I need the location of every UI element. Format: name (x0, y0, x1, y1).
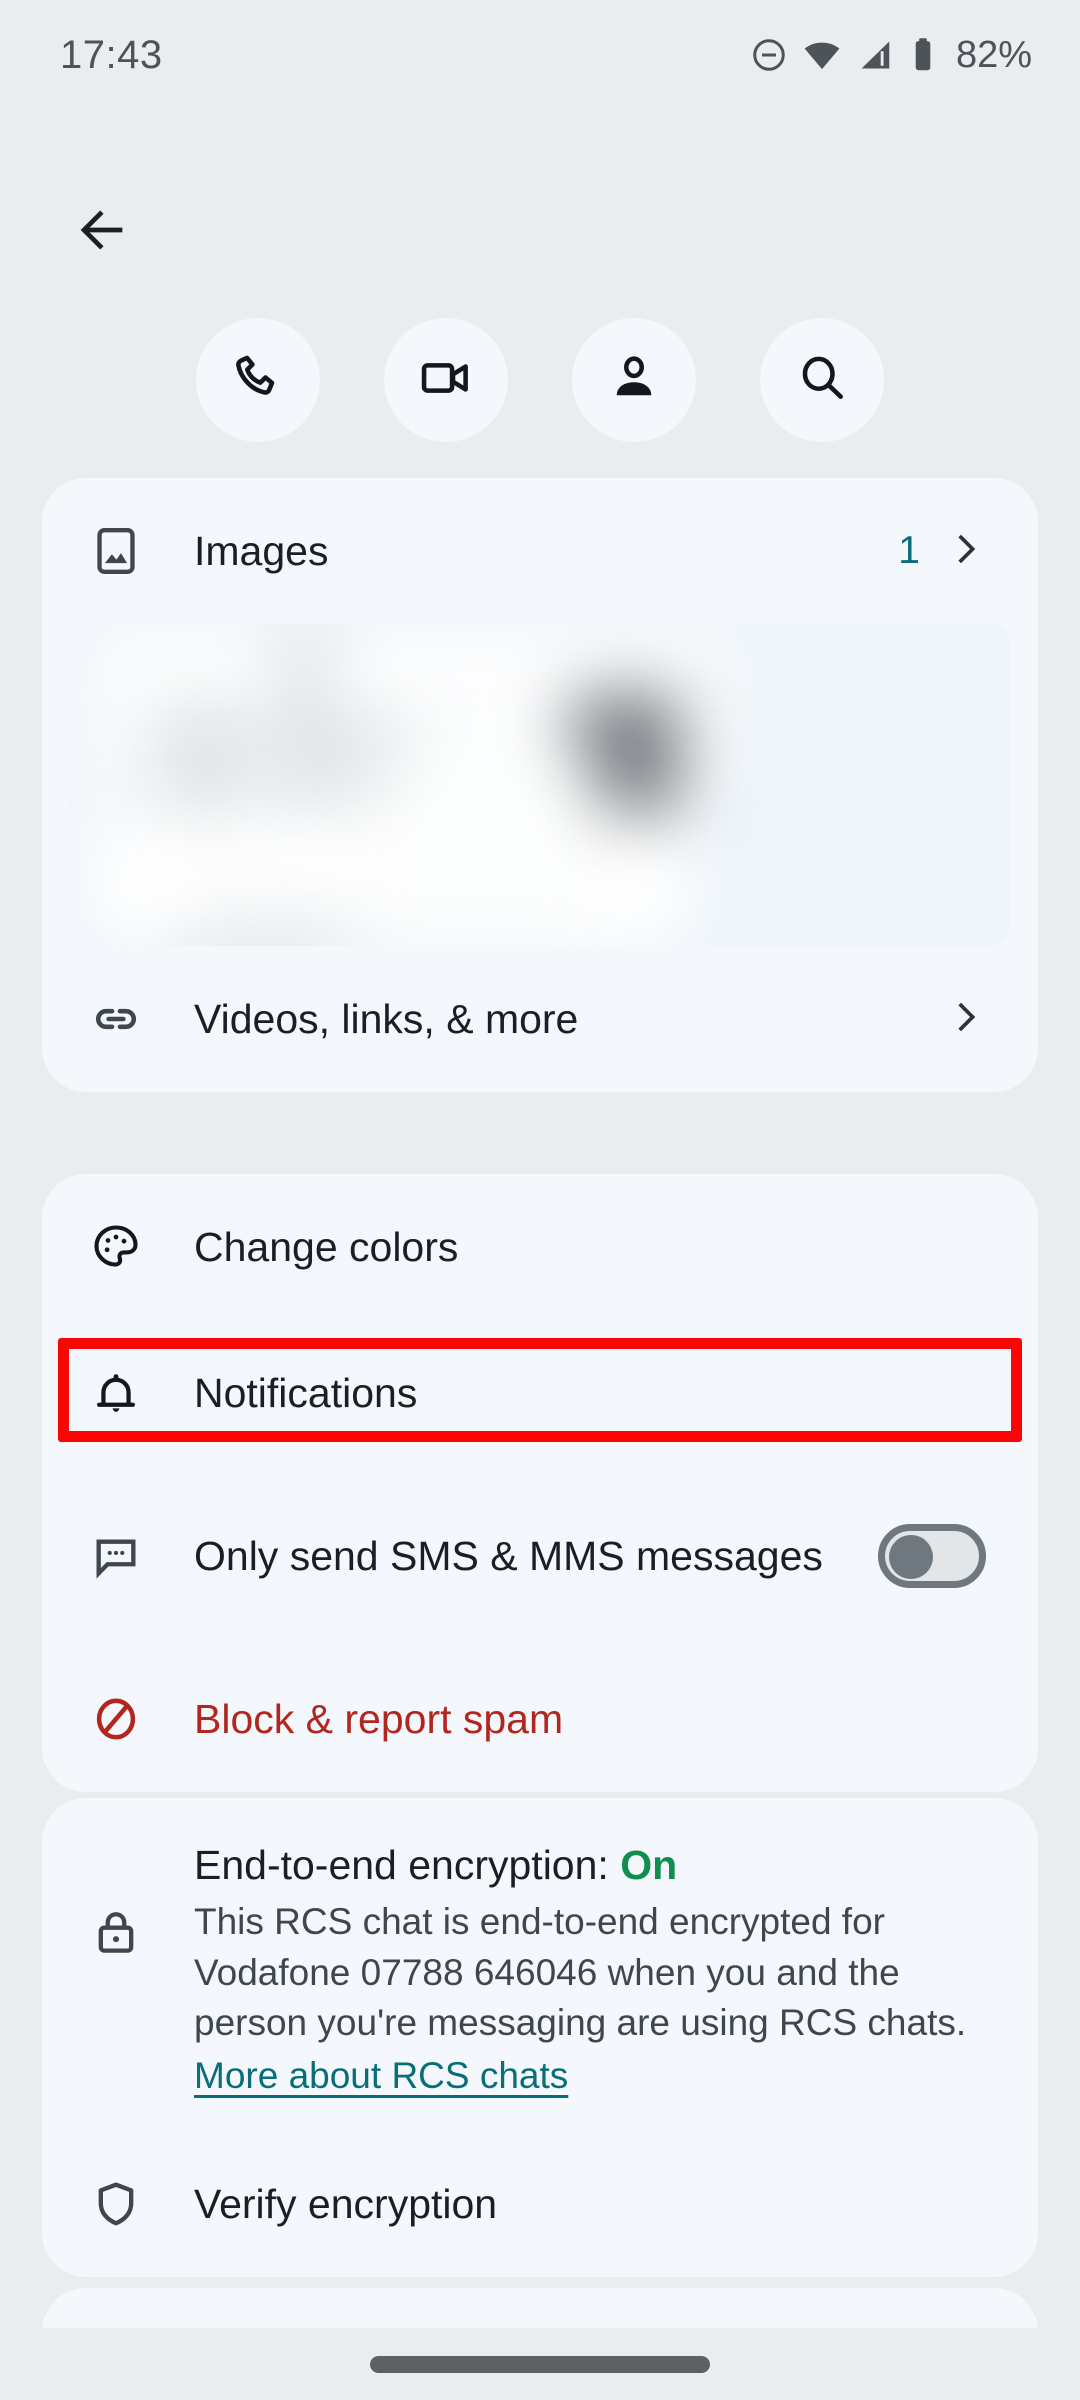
shield-icon (90, 2178, 166, 2230)
videos-links-row-trailing (946, 997, 986, 1042)
status-bar-icons: 82% (750, 34, 1032, 77)
change-colors-label: Change colors (194, 1223, 459, 1270)
images-row-label: Images (194, 527, 329, 574)
gesture-nav-pill[interactable] (370, 2355, 710, 2373)
phone-icon (230, 350, 286, 411)
encryption-title-prefix: End-to-end encryption: (194, 1842, 621, 1888)
encryption-status-title: End-to-end encryption: On (194, 1842, 986, 1889)
block-icon (90, 1693, 166, 1745)
search-button[interactable] (760, 318, 884, 442)
change-colors-row[interactable]: Change colors (42, 1174, 1038, 1320)
video-call-button[interactable] (384, 318, 508, 442)
chat-bubble-icon (90, 1530, 166, 1582)
call-button[interactable] (196, 318, 320, 442)
app-top-bar (0, 172, 1080, 292)
sms-mms-only-trailing (878, 1524, 986, 1588)
encryption-text-block: End-to-end encryption: On This RCS chat … (166, 1842, 986, 2097)
images-row-trailing: 1 (898, 529, 986, 574)
images-row[interactable]: Images 1 (42, 478, 1038, 624)
verify-encryption-row[interactable]: Verify encryption (42, 2131, 1038, 2277)
quick-action-row (0, 318, 1080, 442)
block-report-spam-row[interactable]: Block & report spam (42, 1646, 1038, 1792)
encryption-card: End-to-end encryption: On This RCS chat … (42, 1798, 1038, 2278)
cellular-signal-icon (856, 36, 894, 74)
chat-settings-card: Change colors Notifications Only send SM… (42, 1174, 1038, 1792)
verify-encryption-label: Verify encryption (194, 2180, 498, 2227)
link-icon (90, 993, 166, 1045)
search-icon (794, 350, 850, 411)
contact-info-button[interactable] (572, 318, 696, 442)
sms-mms-only-row[interactable]: Only send SMS & MMS messages (42, 1466, 1038, 1646)
videocam-icon (418, 350, 474, 411)
status-bar: 17:43 82% (0, 0, 1080, 110)
system-navigation-bar (0, 2328, 1080, 2400)
battery-icon (908, 36, 938, 74)
notifications-row[interactable]: Notifications (42, 1320, 1038, 1466)
phone-screen: 17:43 82% Images 1 Videos, links, & more… (0, 0, 1080, 2400)
toggle-knob (889, 1535, 933, 1579)
dnd-icon (750, 36, 788, 74)
image-preview-thumbnail[interactable] (70, 624, 1010, 946)
notifications-label: Notifications (194, 1369, 418, 1416)
images-count-badge: 1 (898, 529, 920, 572)
chevron-right-icon (946, 529, 986, 574)
encryption-info-row: End-to-end encryption: On This RCS chat … (42, 1798, 1038, 2131)
lock-icon (90, 1842, 166, 1963)
status-bar-clock: 17:43 (60, 32, 163, 77)
arrow-back-icon (75, 203, 129, 262)
block-report-spam-label: Block & report spam (194, 1695, 564, 1742)
videos-links-row[interactable]: Videos, links, & more (42, 946, 1038, 1092)
media-card: Images 1 Videos, links, & more (42, 478, 1038, 1092)
image-icon (90, 525, 166, 577)
palette-icon (90, 1221, 166, 1273)
videos-links-row-label: Videos, links, & more (194, 995, 579, 1042)
blurred-image-content (70, 624, 1010, 946)
more-about-rcs-chats-link[interactable]: More about RCS chats (194, 2055, 568, 2097)
battery-percent-label: 82% (955, 33, 1032, 76)
person-icon (606, 350, 662, 411)
encryption-description: This RCS chat is end-to-end encrypted fo… (194, 1901, 967, 2044)
sms-mms-only-label: Only send SMS & MMS messages (194, 1532, 823, 1579)
encryption-status-value: On (620, 1842, 678, 1888)
wifi-icon (802, 35, 842, 75)
chevron-right-icon (946, 997, 986, 1042)
bell-icon (90, 1367, 166, 1419)
back-button[interactable] (52, 182, 152, 282)
sms-mms-only-toggle[interactable] (878, 1524, 986, 1588)
